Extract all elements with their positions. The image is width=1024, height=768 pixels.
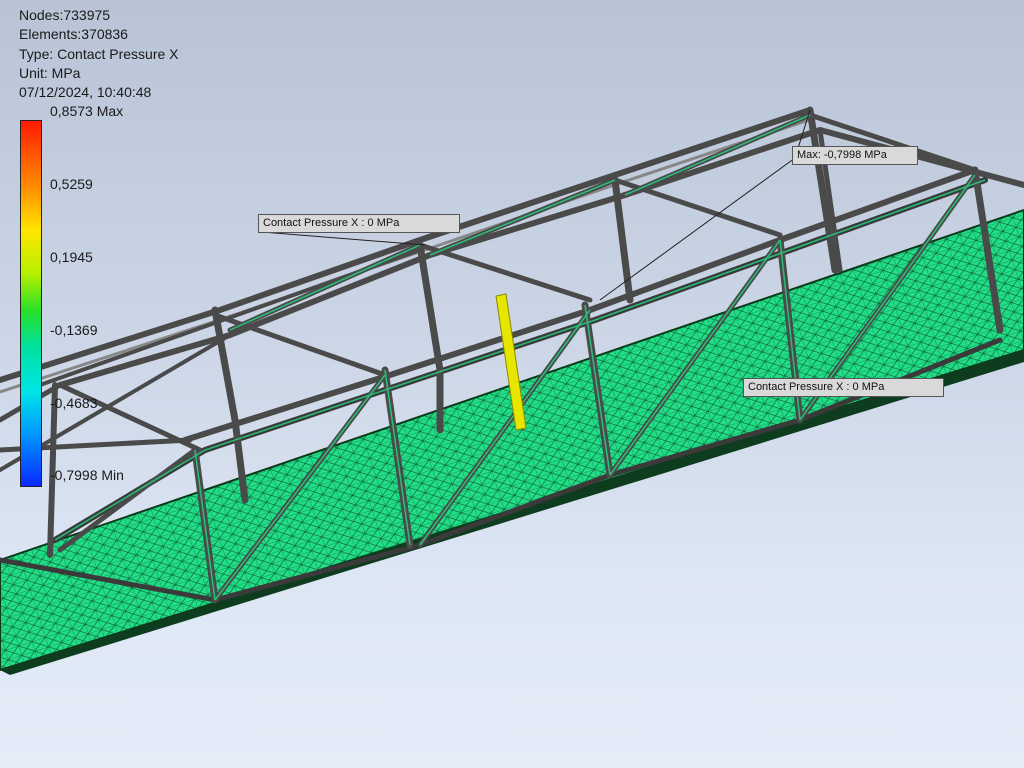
legend-value-4: -0,4683 <box>50 395 98 411</box>
result-unit: Unit: MPa <box>19 64 81 81</box>
result-info-panel: Nodes:733975 Elements:370836 Type: Conta… <box>19 6 179 102</box>
color-legend-bar <box>20 120 42 487</box>
legend-max-label: 0,8573 Max <box>50 103 124 119</box>
legend-value-1: 0,5259 <box>50 176 93 192</box>
result-type: Type: Contact Pressure X <box>19 45 179 62</box>
result-timestamp: 07/12/2024, 10:40:48 <box>19 84 152 101</box>
probe-label-left[interactable]: Contact Pressure X : 0 MPa <box>258 214 460 233</box>
legend-value-3: -0,1369 <box>50 322 98 338</box>
nodes-count: Nodes:733975 <box>19 7 111 23</box>
max-probe-label[interactable]: Max: -0,7998 MPa <box>792 146 918 165</box>
probe-label-right[interactable]: Contact Pressure X : 0 MPa <box>743 378 944 397</box>
legend-min-label: -0,7998 Min <box>50 467 124 483</box>
legend-value-2: 0,1945 <box>50 249 93 265</box>
elements-count: Elements:370836 <box>19 26 128 43</box>
